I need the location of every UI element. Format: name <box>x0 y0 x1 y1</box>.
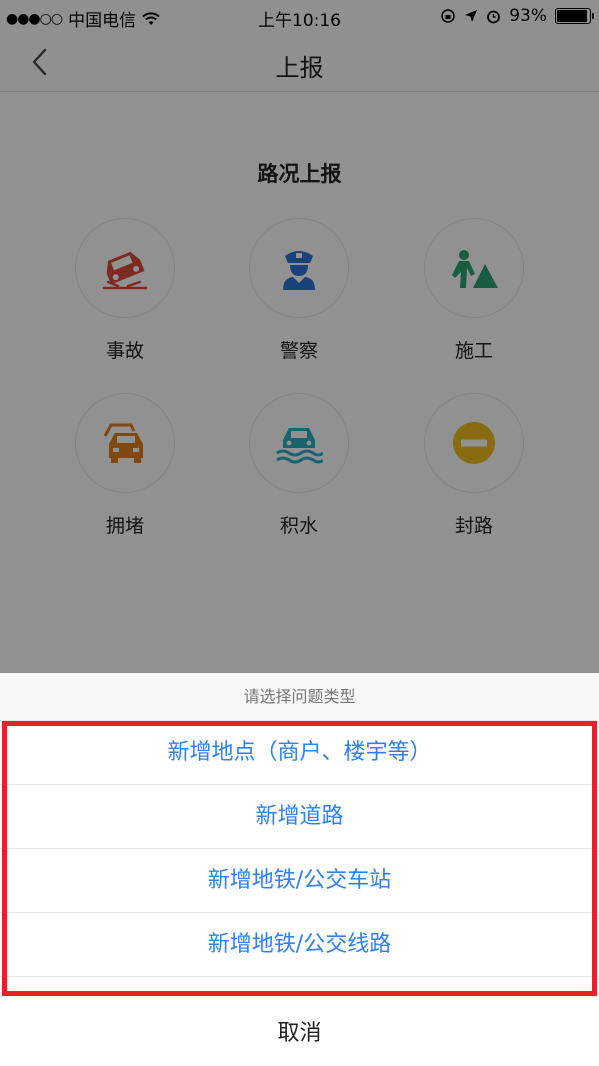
highlight-box <box>2 721 597 996</box>
action-sheet-title: 请选择问题类型 <box>0 673 599 721</box>
action-sheet: 请选择问题类型 新增地点（商户、楼宇等） 新增道路 新增地铁/公交车站 新增地铁… <box>0 673 599 1066</box>
cancel-button[interactable]: 取消 <box>0 1002 599 1066</box>
modal-backdrop[interactable] <box>0 0 599 673</box>
